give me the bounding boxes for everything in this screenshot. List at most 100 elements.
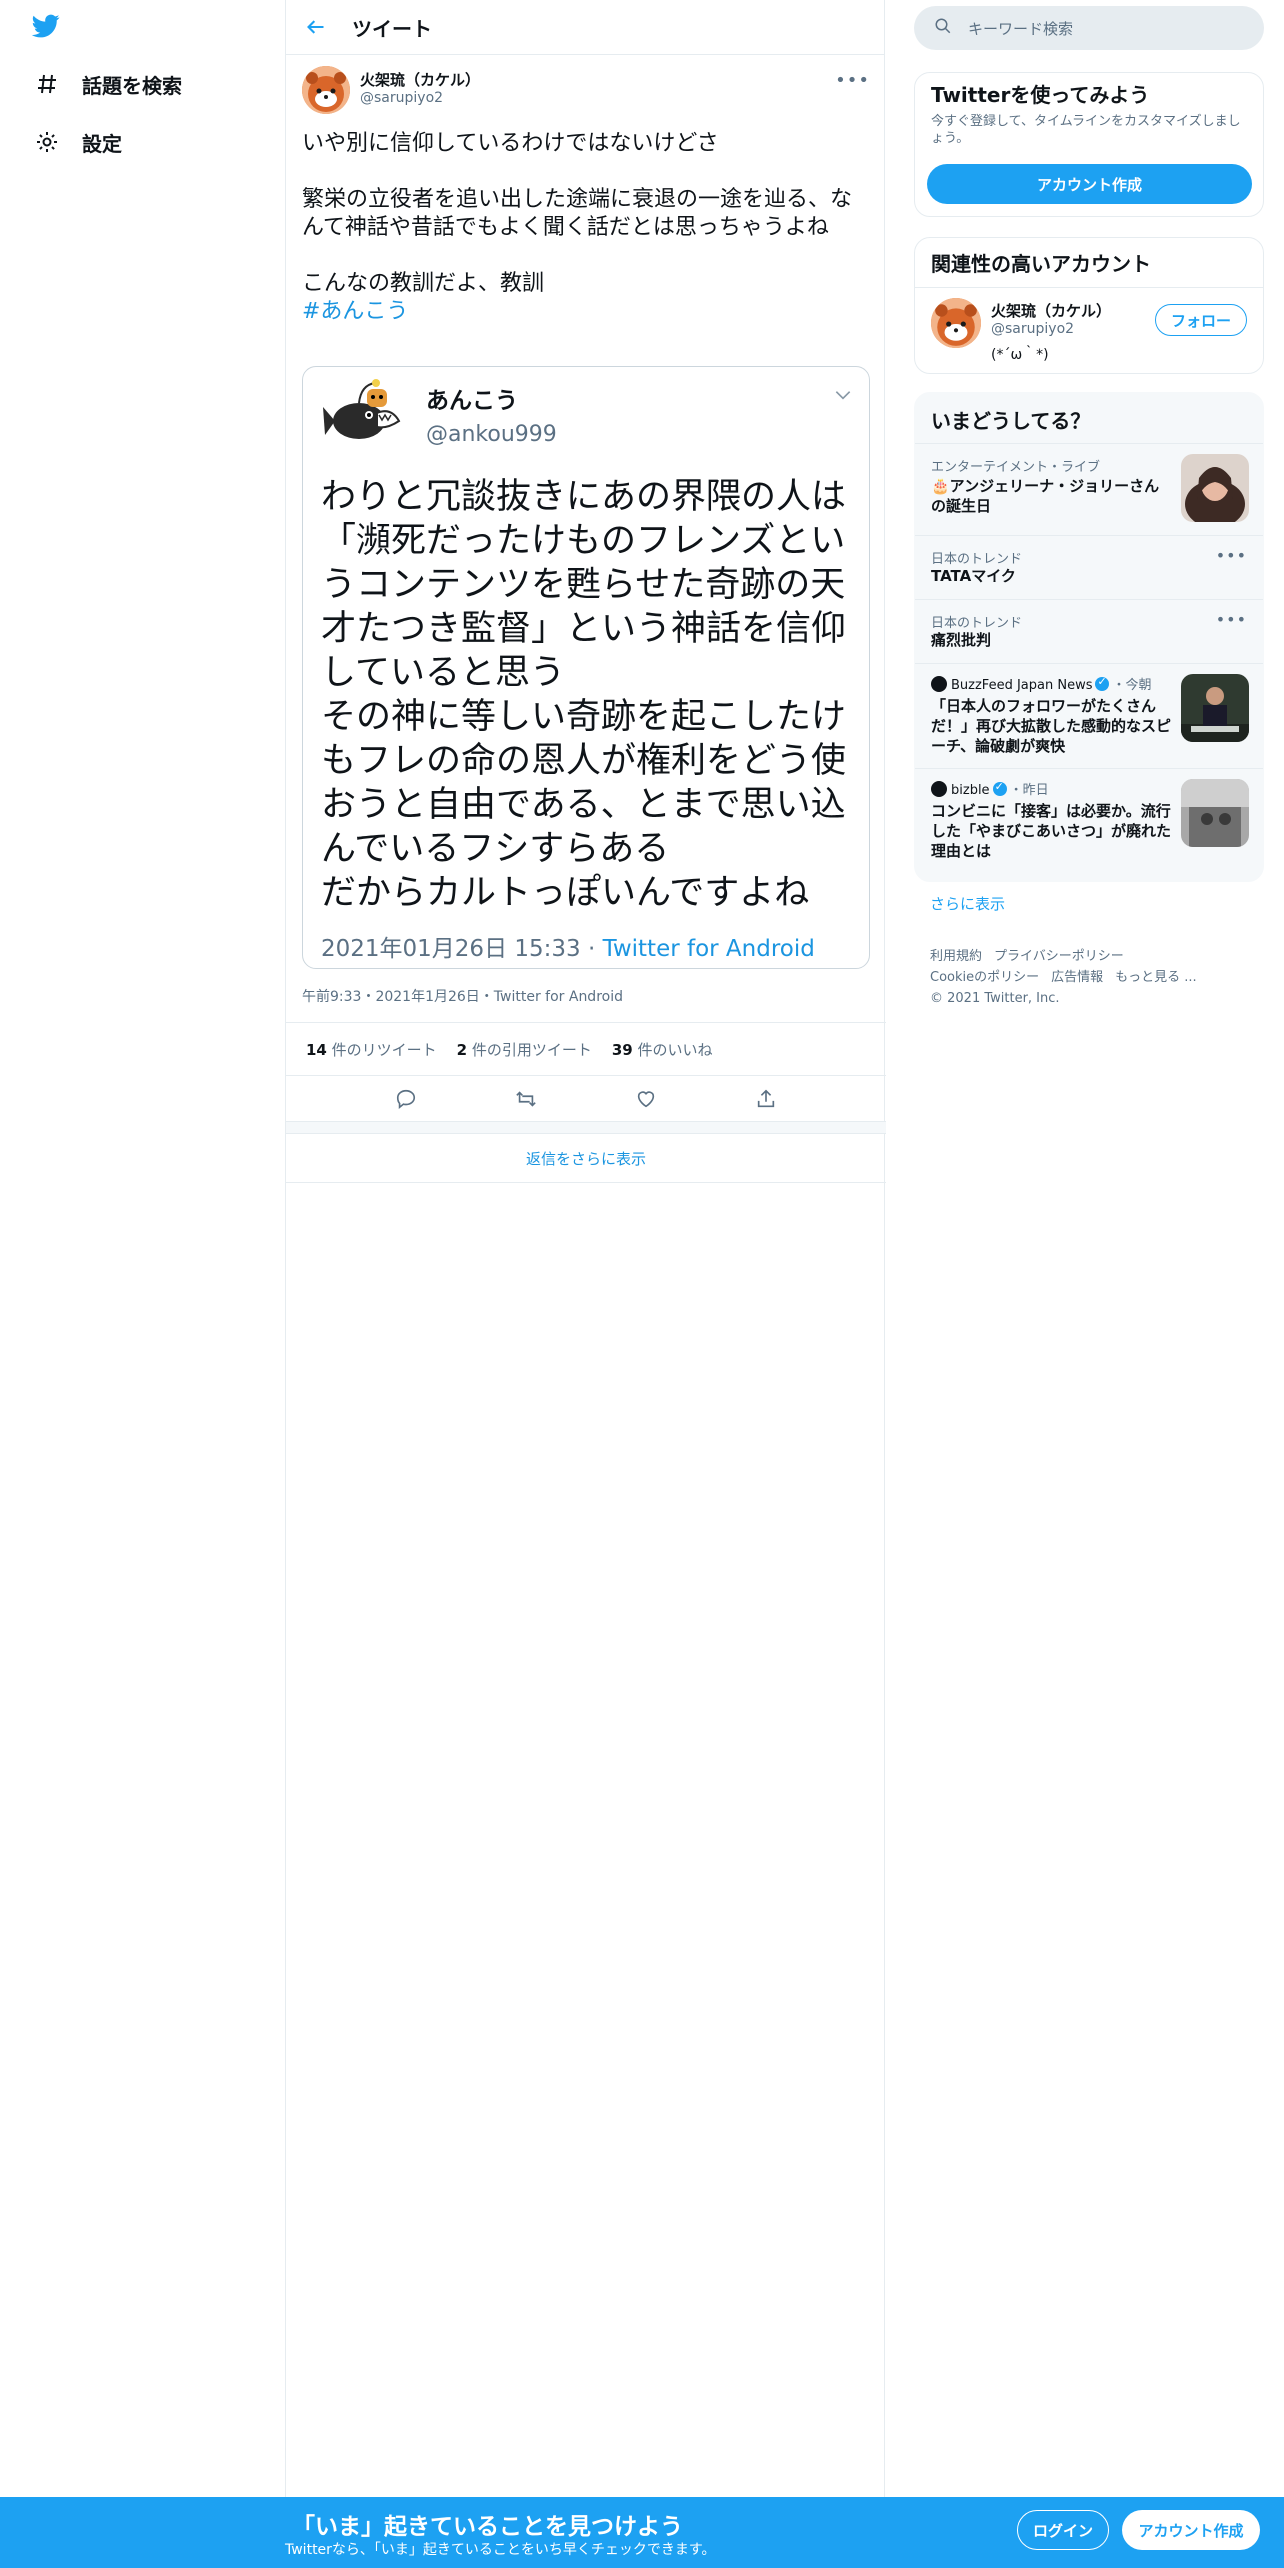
news-item[interactable]: bizble ・昨日 コンビニに「接客」は必要か。流行した「やまびこあいさつ」が廃… (915, 768, 1263, 878)
news-item[interactable]: BuzzFeed Japan News ・今朝 「日本人のフォロワーがたくさんだ！… (915, 663, 1263, 768)
quoted-tweet-date: 2021年01月26日 15:33 · (321, 936, 603, 962)
trend-item[interactable]: 日本のトレンド 痛烈批判 ••• (915, 599, 1263, 663)
quotes-count: 2 (456, 1040, 468, 1059)
likes-stat[interactable]: 39 件のいいね (612, 1039, 713, 1060)
follow-button[interactable]: フォロー (1155, 304, 1247, 336)
nav-item-explore[interactable]: 話題を検索 (34, 64, 182, 104)
trends-title: いまどうしてる？ (931, 409, 1091, 433)
more-options-icon[interactable]: ••• (1216, 610, 1247, 629)
tweet-body: いや別に信仰しているわけではないけどさ 繁栄の立役者を追い出した途端に衰退の一途… (302, 130, 870, 326)
quoted-tweet-source: Twitter for Android (602, 936, 815, 962)
news-title: コンビニに「接客」は必要か。流行した「やまびこあいさつ」が廃れた理由とは (931, 802, 1172, 860)
tweet-author: 火架琉（カケル） @sarupiyo2 ••• (302, 66, 870, 116)
bottom-bar-title: 「いま」起きていることを見つけよう (292, 2514, 683, 2540)
bizble-logo-icon (931, 781, 947, 797)
more-options-icon[interactable]: ••• (835, 70, 870, 91)
news-time: ・昨日 (1009, 783, 1049, 798)
nav-item-label: 話題を検索 (82, 73, 182, 98)
bottom-signup-button[interactable]: アカウント作成 (1122, 2510, 1260, 2550)
tweet-timestamp[interactable]: 午前9:33・2021年1月26日・Twitter for Android (302, 986, 623, 1006)
twitter-bird-icon[interactable] (30, 12, 64, 42)
retweet-icon[interactable] (514, 1087, 538, 1111)
signup-subtitle: 今すぐ登録して、タイムラインをカスタマイズしましょう。 (931, 114, 1241, 146)
trend-title: TATAマイク (931, 567, 1016, 585)
news-source-name: BuzzFeed Japan News (951, 678, 1093, 693)
nav-item-settings[interactable]: 設定 (34, 122, 122, 162)
news-thumbnail (1181, 779, 1249, 847)
reply-icon[interactable] (394, 1087, 418, 1111)
footer-links: 利用規約 プライバシーポリシー Cookieのポリシー 広告情報 もっと見る ... … (930, 946, 1260, 1009)
trend-title: 🎂アンジェリーナ・ジョリーさんの誕生日 (931, 477, 1160, 515)
trend-category: 日本のトレンド (931, 616, 1023, 631)
retweets-stat[interactable]: 14 件のリツイート (306, 1039, 437, 1060)
quoted-author-handle: @ankou999 (426, 422, 557, 447)
related-account-handle[interactable]: @sarupiyo2 (991, 321, 1074, 337)
buzzfeed-logo-icon (931, 676, 947, 692)
verified-badge-icon (1095, 675, 1110, 691)
news-source-name: bizble (951, 783, 990, 798)
trend-item[interactable]: エンターテイメント・ライブ 🎂アンジェリーナ・ジョリーさんの誕生日 (915, 443, 1263, 535)
trends-card: いまどうしてる？ エンターテイメント・ライブ 🎂アンジェリーナ・ジョリーさんの誕… (914, 392, 1264, 882)
trend-category: エンターテイメント・ライブ (931, 460, 1101, 475)
news-source: BuzzFeed Japan News ・今朝 (931, 674, 1152, 693)
avatar[interactable] (931, 298, 981, 348)
news-time: ・今朝 (1112, 678, 1152, 693)
show-more-trends-link[interactable]: さらに表示 (930, 893, 1005, 914)
copyright: © 2021 Twitter, Inc. (930, 991, 1060, 1006)
quoted-tweet-meta: 2021年01月26日 15:33 · Twitter for Android (321, 929, 815, 963)
footer-link[interactable]: 広告情報 (1051, 970, 1103, 985)
search-input[interactable]: キーワード検索 (968, 18, 1073, 39)
main-column: ツイート 火架琉（カケル） @sarupiyo2 ••• いや別に信仰しているわ… (285, 0, 886, 2568)
footer-link[interactable]: プライバシーポリシー (994, 949, 1124, 964)
footer-link[interactable]: Cookieのポリシー (930, 970, 1039, 985)
trend-category: 日本のトレンド (931, 552, 1023, 567)
search-box[interactable]: キーワード検索 (914, 6, 1264, 50)
related-account-bio: (*´ω｀*) (991, 347, 1049, 363)
quotes-label: 件の引用ツイート (467, 1040, 592, 1059)
trend-item[interactable]: 日本のトレンド TATAマイク ••• (915, 535, 1263, 599)
signup-bottom-bar: 「いま」起きていることを見つけよう Twitterなら、「いま」起きていることを… (0, 2497, 1284, 2568)
avatar[interactable] (302, 66, 350, 114)
page-header: ツイート (286, 0, 884, 55)
login-button[interactable]: ログイン (1017, 2510, 1109, 2550)
hashtag-icon (34, 71, 60, 97)
signup-title: Twitterを使ってみよう (931, 83, 1150, 107)
news-thumbnail (1181, 674, 1249, 742)
more-options-icon[interactable]: ••• (1216, 546, 1247, 565)
related-header: 関連性の高いアカウント (915, 238, 1263, 288)
related-accounts-card: 関連性の高いアカウント 火架琉（カケル） @sarupiyo2 (*´ω｀*) … (914, 237, 1264, 374)
tweet-stats: 14 件のリツイート 2 件の引用ツイート 39 件のいいね (286, 1022, 886, 1076)
signup-card: Twitterを使ってみよう 今すぐ登録して、タイムラインをカスタマイズしましょ… (914, 72, 1264, 217)
hashtag-link[interactable]: #あんこう (302, 299, 408, 324)
bottom-bar-subtitle: Twitterなら、「いま」起きていることをいち早くチェックできます。 (285, 2542, 716, 2558)
likes-label: 件のいいね (632, 1040, 713, 1059)
create-account-button[interactable]: アカウント作成 (927, 164, 1252, 204)
divider (286, 1122, 886, 1134)
chevron-down-icon (833, 385, 853, 409)
show-more-replies-button[interactable]: 返信をさらに表示 (286, 1135, 886, 1183)
retweets-count: 14 (306, 1040, 327, 1059)
footer-link[interactable]: 利用規約 (930, 949, 982, 964)
quoted-tweet-image[interactable]: あんこう @ankou999 わりと冗談抜きにあの界隈の人は「瀕死だったけものフ… (302, 366, 870, 969)
trend-thumbnail (1181, 454, 1249, 522)
footer-link[interactable]: もっと見る ... (1115, 970, 1197, 985)
likes-count: 39 (611, 1040, 633, 1059)
quotes-stat[interactable]: 2 件の引用ツイート (457, 1039, 592, 1060)
author-name[interactable]: 火架琉（カケル） (360, 69, 480, 90)
back-arrow-icon[interactable] (306, 15, 330, 39)
anglerfish-avatar-icon (321, 377, 401, 447)
retweets-label: 件のリツイート (326, 1040, 437, 1059)
share-icon[interactable] (754, 1087, 778, 1111)
news-source: bizble ・昨日 (931, 779, 1049, 798)
trend-title: 痛烈批判 (931, 631, 992, 649)
quoted-author-name: あんこう (426, 388, 518, 414)
author-handle[interactable]: @sarupiyo2 (360, 90, 443, 106)
verified-badge-icon (992, 780, 1007, 796)
quoted-tweet-text: わりと冗談抜きにあの界隈の人は「瀕死だったけものフレンズというコンテンツを甦らせ… (321, 477, 847, 913)
related-account-name[interactable]: 火架琉（カケル） (991, 300, 1111, 321)
tweet-actions (286, 1077, 886, 1122)
gear-icon (34, 129, 60, 155)
news-title: 「日本人のフォロワーがたくさんだ！」再び大拡散した感動的なスピーチ、論破劇が爽快 (931, 697, 1172, 755)
tweet-text: いや別に信仰しているわけではないけどさ 繁栄の立役者を追い出した途端に衰退の一途… (302, 131, 853, 296)
like-icon[interactable] (634, 1087, 658, 1111)
